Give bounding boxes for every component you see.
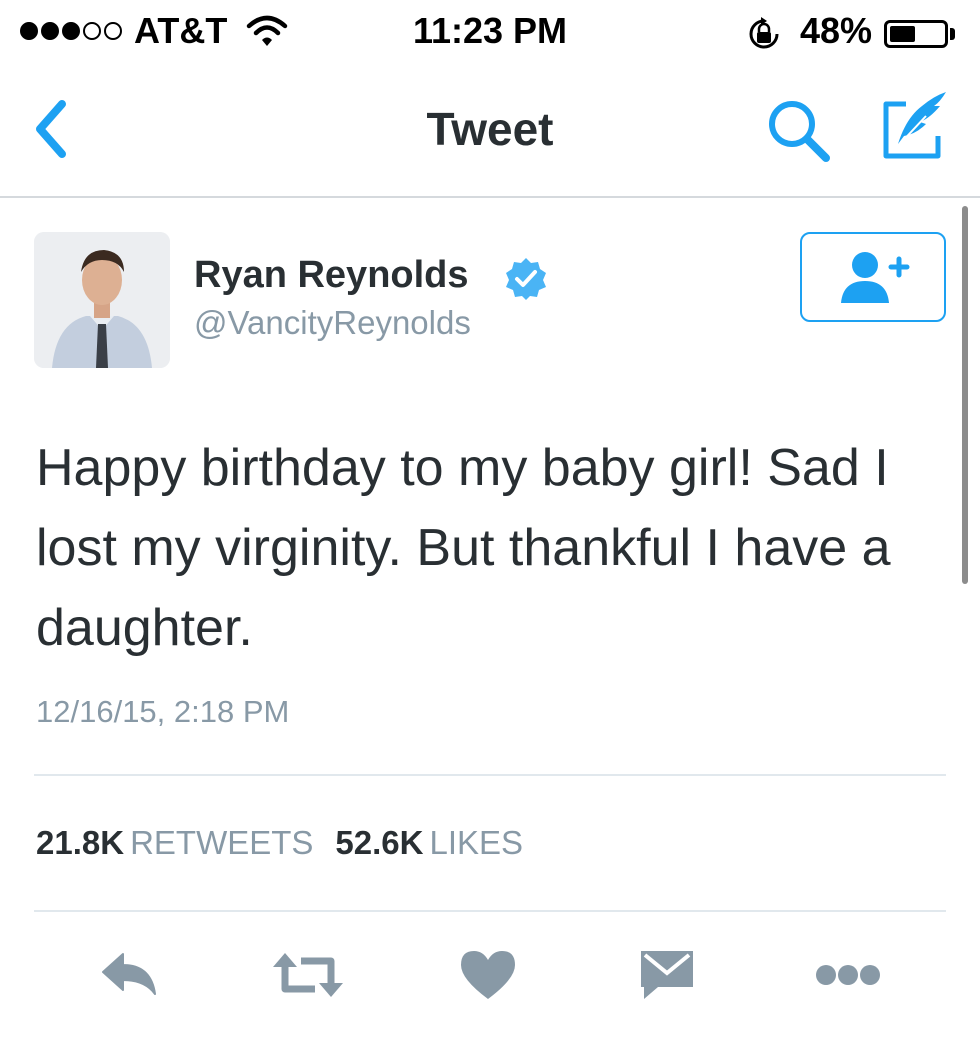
- status-bar: AT&T 11:23 PM 48%: [0, 0, 980, 64]
- navigation-bar: Tweet: [0, 64, 980, 198]
- follow-button[interactable]: [800, 232, 946, 322]
- add-user-icon: [841, 252, 910, 303]
- more-icon: [816, 965, 880, 985]
- retweet-icon: [273, 953, 343, 997]
- envelope-icon: [641, 951, 693, 999]
- retweet-button[interactable]: [268, 942, 348, 1008]
- like-count[interactable]: 52.6K: [335, 824, 423, 861]
- scrollbar[interactable]: [962, 206, 968, 584]
- heart-icon: [461, 951, 515, 999]
- retweet-label[interactable]: RETWEETS: [130, 824, 313, 861]
- tweet-text: Happy birthday to my baby girl! Sad I lo…: [36, 439, 891, 657]
- avatar-photo: [34, 232, 170, 368]
- tweet-stats: 21.8K RETWEETS 52.6K LIKES: [36, 824, 545, 862]
- avatar[interactable]: [34, 232, 170, 368]
- like-label[interactable]: LIKES: [429, 824, 523, 861]
- rotation-lock-icon: [749, 17, 779, 49]
- author-handle[interactable]: @VancityReynolds: [194, 304, 471, 342]
- message-button[interactable]: [636, 942, 698, 1008]
- search-icon[interactable]: [764, 96, 834, 166]
- author-name[interactable]: Ryan Reynolds: [194, 254, 469, 297]
- reply-button[interactable]: [96, 942, 162, 1008]
- reply-icon: [102, 953, 156, 995]
- battery-percentage: 48%: [800, 10, 873, 51]
- more-button[interactable]: [812, 942, 884, 1008]
- battery-icon: [884, 20, 948, 48]
- verified-badge-icon: [506, 258, 546, 300]
- divider: [34, 910, 946, 912]
- tweet-timestamp: 12/16/15, 2:18 PM: [36, 694, 290, 729]
- like-button[interactable]: [458, 942, 518, 1008]
- divider: [34, 774, 946, 776]
- retweet-count[interactable]: 21.8K: [36, 824, 124, 861]
- battery-tip: [950, 28, 955, 40]
- compose-icon[interactable]: [876, 88, 952, 164]
